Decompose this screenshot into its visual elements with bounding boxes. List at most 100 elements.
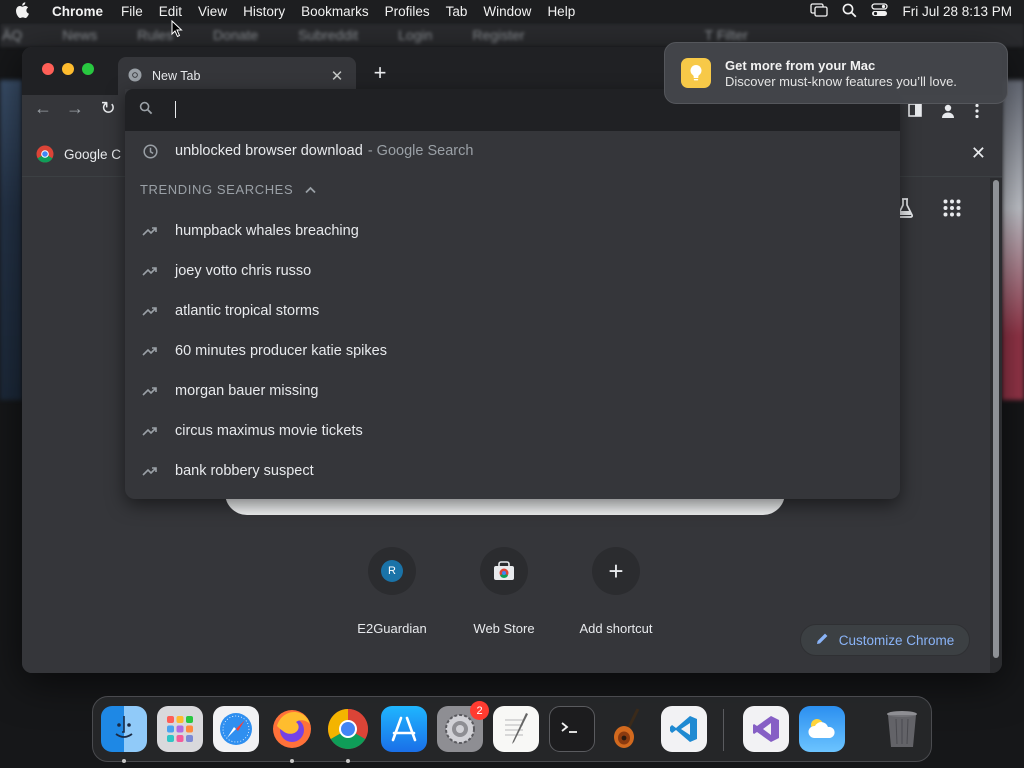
finder-icon[interactable] — [101, 706, 147, 752]
trending-item-text: joey votto chris russo — [175, 263, 312, 279]
launchpad-icon[interactable] — [157, 706, 203, 752]
trending-item-text: morgan bauer missing — [175, 383, 319, 399]
mouse-pointer-icon — [171, 19, 183, 43]
terminal-icon[interactable] — [549, 706, 595, 752]
plus-icon: + — [592, 547, 640, 595]
close-bar-icon[interactable]: ✕ — [971, 143, 986, 164]
bg-text: Subreddit — [298, 27, 359, 43]
lightbulb-icon — [681, 58, 711, 88]
trending-up-icon — [125, 466, 175, 476]
trending-searches-header[interactable]: TRENDING SEARCHES — [140, 182, 316, 197]
pencil-icon — [816, 632, 829, 648]
forward-arrow-icon[interactable]: → — [64, 98, 86, 119]
shortcut-e2guardian[interactable]: R E2Guardian — [336, 547, 448, 636]
suggestion-suffix: - Google Search — [367, 143, 474, 159]
macos-menu-bar: Chrome File Edit View History Bookmarks … — [0, 0, 1024, 23]
trending-item[interactable]: atlantic tropical storms — [125, 291, 900, 331]
running-indicator — [346, 759, 350, 763]
menu-bookmarks[interactable]: Bookmarks — [293, 4, 377, 19]
trending-item-text: 60 minutes producer katie spikes — [175, 343, 387, 359]
google-apps-grid-icon[interactable] — [943, 199, 961, 222]
app-menu-chrome[interactable]: Chrome — [44, 4, 113, 19]
back-arrow-icon[interactable]: ← — [32, 98, 54, 119]
history-clock-icon — [125, 143, 175, 159]
bg-text: Login — [398, 27, 433, 43]
profile-avatar-icon[interactable] — [940, 103, 956, 123]
shortcut-web-store[interactable]: Web Store — [448, 547, 560, 636]
menu-view[interactable]: View — [190, 4, 235, 19]
page-scrollbar[interactable] — [990, 178, 1002, 673]
menu-file[interactable]: File — [113, 4, 151, 19]
suggestion-text: unblocked browser download — [175, 143, 363, 159]
new-tab-button[interactable]: + — [368, 60, 392, 86]
web-store-icon — [480, 547, 528, 595]
garageband-icon[interactable] — [605, 706, 651, 752]
menu-edit[interactable]: Edit — [151, 4, 190, 19]
close-window-button[interactable] — [42, 63, 54, 75]
apple-menu-icon[interactable] — [0, 1, 44, 22]
menu-bar-clock[interactable]: Fri Jul 28 8:13 PM — [902, 4, 1012, 19]
bg-text: Register — [472, 27, 525, 43]
system-settings-icon[interactable]: 2 — [437, 701, 489, 752]
trending-item[interactable]: circus maximus movie tickets — [125, 411, 900, 451]
bg-text: News — [62, 27, 98, 43]
customize-chrome-button[interactable]: Customize Chrome — [800, 624, 970, 656]
minimize-window-button[interactable] — [62, 63, 74, 75]
trending-item[interactable]: bank robbery suspect — [125, 451, 900, 491]
chevron-up-icon[interactable] — [305, 182, 316, 197]
text-caret — [175, 101, 176, 118]
shortcut-add[interactable]: + Add shortcut — [560, 547, 672, 636]
chrome-dock-icon[interactable] — [325, 706, 371, 752]
tab-title: New Tab — [152, 69, 201, 83]
e2guardian-favicon: R — [368, 547, 416, 595]
trending-item-text: humpback whales breaching — [175, 223, 359, 239]
close-tab-icon[interactable]: ✕ — [328, 67, 346, 85]
trending-up-icon — [125, 426, 175, 436]
trending-item[interactable]: 60 minutes producer katie spikes — [125, 331, 900, 371]
menu-window[interactable]: Window — [475, 4, 539, 19]
trending-up-icon — [125, 266, 175, 276]
trending-item[interactable]: morgan bauer missing — [125, 371, 900, 411]
textedit-icon[interactable] — [493, 706, 539, 752]
running-indicator — [290, 759, 294, 763]
app-store-icon[interactable] — [381, 706, 427, 752]
trending-item[interactable]: humpback whales breaching — [125, 211, 900, 251]
notification-body: Discover must-know features you’ll love. — [725, 73, 957, 89]
dock-separator — [723, 709, 724, 751]
bookmark-label: Google C — [64, 146, 122, 162]
chrome-menu-kebab-icon[interactable] — [974, 103, 980, 123]
shortcut-label: Add shortcut — [579, 621, 653, 636]
trending-up-icon — [125, 386, 175, 396]
shortcut-letter-avatar: R — [381, 560, 403, 582]
menu-profiles[interactable]: Profiles — [377, 4, 438, 19]
weather-icon[interactable] — [799, 706, 845, 752]
firefox-icon[interactable] — [269, 706, 315, 752]
tips-notification[interactable]: Get more from your Mac Discover must-kno… — [664, 42, 1008, 104]
trending-up-icon — [125, 226, 175, 236]
bookmark-google[interactable]: Google C — [36, 145, 121, 163]
search-icon — [139, 101, 153, 120]
visual-studio-icon[interactable] — [743, 706, 789, 752]
menu-help[interactable]: Help — [539, 4, 583, 19]
vscode-icon[interactable] — [661, 706, 707, 752]
customize-chrome-label: Customize Chrome — [838, 632, 955, 648]
safari-icon[interactable] — [213, 706, 259, 752]
shortcut-label: Web Store — [473, 621, 535, 636]
screen-mirroring-icon[interactable] — [810, 3, 829, 20]
trending-item-text: bank robbery suspect — [175, 463, 314, 479]
control-center-icon[interactable] — [871, 3, 889, 20]
scrollbar-thumb[interactable] — [993, 180, 999, 658]
menu-tab[interactable]: Tab — [438, 4, 476, 19]
notification-badge: 2 — [470, 701, 489, 720]
trending-up-icon — [125, 306, 175, 316]
shortcut-label: E2Guardian — [357, 621, 427, 636]
trending-item[interactable]: joey votto chris russo — [125, 251, 900, 291]
trash-icon[interactable] — [879, 706, 925, 752]
zoom-window-button[interactable] — [82, 63, 94, 75]
menu-history[interactable]: History — [235, 4, 293, 19]
suggestion-history-item[interactable]: unblocked browser download - Google Sear… — [125, 131, 900, 171]
reload-icon[interactable]: ↻ — [97, 98, 119, 119]
trending-heading-label: TRENDING SEARCHES — [140, 182, 294, 197]
spotlight-search-icon[interactable] — [842, 3, 857, 21]
side-panel-icon[interactable] — [908, 103, 922, 121]
